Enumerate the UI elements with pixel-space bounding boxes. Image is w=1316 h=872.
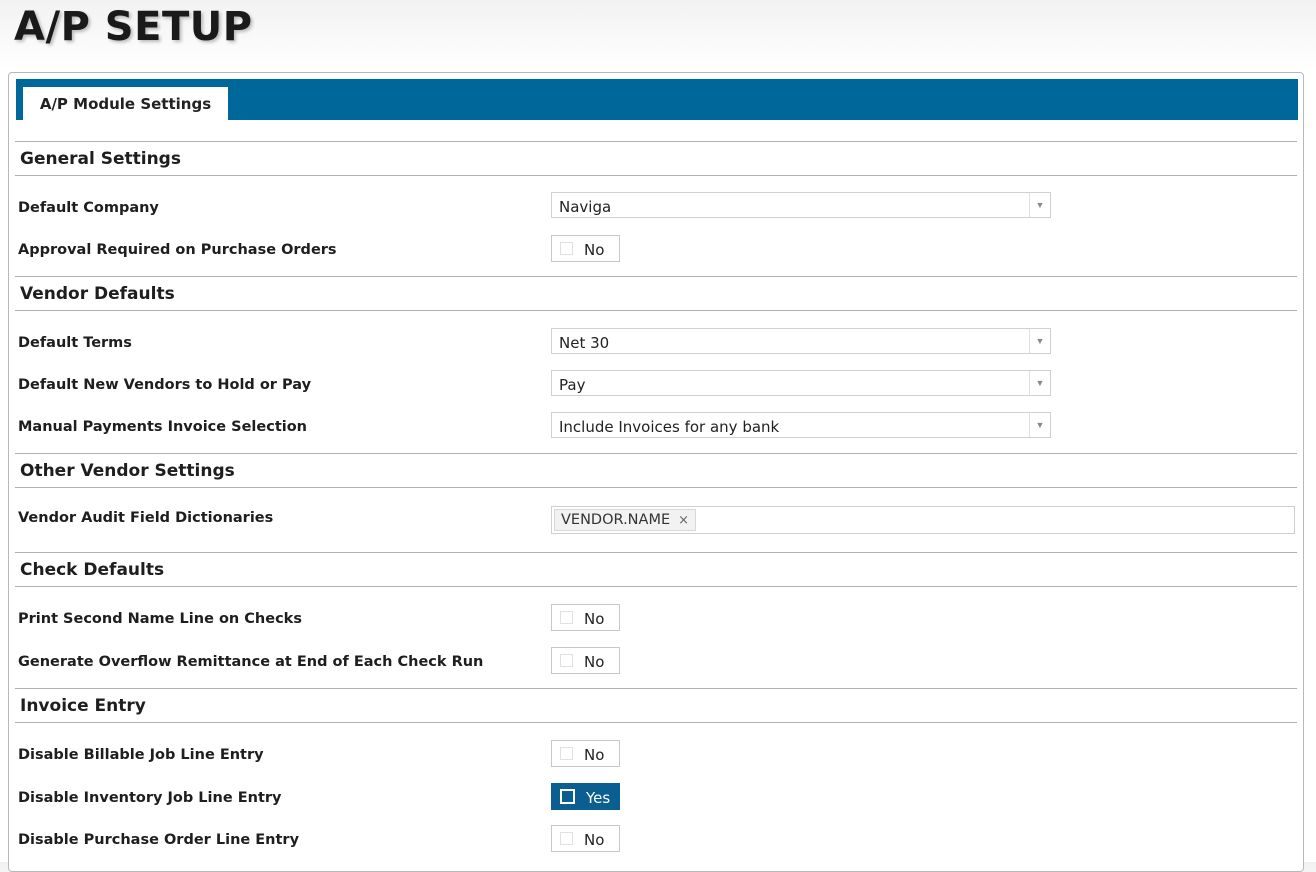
checkbox-icon bbox=[560, 611, 573, 624]
section-general-settings: General Settings bbox=[15, 141, 1297, 176]
overflow-remittance-label: Generate Overflow Remittance at End of E… bbox=[18, 654, 484, 670]
default-terms-label: Default Terms bbox=[18, 335, 132, 351]
second-name-line-value: No bbox=[584, 609, 605, 628]
section-other-vendor-settings: Other Vendor Settings bbox=[15, 453, 1297, 488]
overflow-remittance-value: No bbox=[584, 652, 605, 671]
section-invoice-entry: Invoice Entry bbox=[15, 688, 1297, 723]
approval-required-value: No bbox=[584, 240, 605, 259]
hold-or-pay-dropdown[interactable]: Pay ▼ bbox=[551, 370, 1051, 396]
default-company-dropdown[interactable]: Naviga ▼ bbox=[551, 192, 1051, 218]
approval-required-label: Approval Required on Purchase Orders bbox=[18, 242, 337, 258]
default-company-label: Default Company bbox=[18, 200, 159, 216]
chevron-down-icon[interactable]: ▼ bbox=[1029, 413, 1050, 437]
default-terms-value: Net 30 bbox=[559, 333, 610, 352]
default-terms-dropdown[interactable]: Net 30 ▼ bbox=[551, 328, 1051, 354]
checkbox-checked-icon bbox=[560, 789, 575, 804]
audit-dictionaries-label: Vendor Audit Field Dictionaries bbox=[18, 510, 274, 526]
billable-job-value: No bbox=[584, 745, 605, 764]
inventory-job-toggle[interactable]: Yes bbox=[551, 783, 620, 810]
manual-payments-value: Include Invoices for any bank bbox=[559, 417, 780, 436]
inventory-job-label: Disable Inventory Job Line Entry bbox=[18, 790, 282, 806]
manual-payments-label: Manual Payments Invoice Selection bbox=[18, 419, 308, 435]
billable-job-toggle[interactable]: No bbox=[551, 740, 620, 767]
section-check-defaults: Check Defaults bbox=[15, 552, 1297, 587]
purchase-order-label: Disable Purchase Order Line Entry bbox=[18, 832, 300, 848]
checkbox-icon bbox=[560, 242, 573, 255]
tag-chip: VENDOR.NAME × bbox=[554, 509, 697, 531]
chevron-down-icon[interactable]: ▼ bbox=[1029, 193, 1050, 217]
purchase-order-value: No bbox=[584, 830, 605, 849]
checkbox-icon bbox=[560, 747, 573, 760]
tab-ap-module-settings[interactable]: A/P Module Settings bbox=[23, 87, 228, 120]
checkbox-icon bbox=[560, 654, 573, 667]
checkbox-icon bbox=[560, 832, 573, 845]
settings-panel: A/P Module Settings General Settings Def… bbox=[8, 72, 1304, 872]
inventory-job-value: Yes bbox=[586, 788, 611, 807]
remove-tag-icon[interactable]: × bbox=[678, 513, 689, 528]
default-company-value: Naviga bbox=[559, 197, 612, 216]
tab-strip: A/P Module Settings bbox=[16, 79, 1298, 120]
hold-or-pay-label: Default New Vendors to Hold or Pay bbox=[18, 377, 312, 393]
hold-or-pay-value: Pay bbox=[559, 375, 586, 394]
tag-chip-label: VENDOR.NAME bbox=[561, 512, 671, 528]
audit-dictionaries-input[interactable]: VENDOR.NAME × bbox=[551, 506, 1295, 534]
second-name-line-label: Print Second Name Line on Checks bbox=[18, 611, 302, 627]
second-name-line-toggle[interactable]: No bbox=[551, 604, 620, 631]
billable-job-label: Disable Billable Job Line Entry bbox=[18, 747, 264, 763]
page-title: A/P SETUP bbox=[14, 4, 253, 50]
manual-payments-dropdown[interactable]: Include Invoices for any bank ▼ bbox=[551, 412, 1051, 438]
chevron-down-icon[interactable]: ▼ bbox=[1029, 329, 1050, 353]
chevron-down-icon[interactable]: ▼ bbox=[1029, 371, 1050, 395]
purchase-order-toggle[interactable]: No bbox=[551, 825, 620, 852]
approval-required-toggle[interactable]: No bbox=[551, 235, 620, 262]
overflow-remittance-toggle[interactable]: No bbox=[551, 647, 620, 674]
section-vendor-defaults: Vendor Defaults bbox=[15, 276, 1297, 311]
